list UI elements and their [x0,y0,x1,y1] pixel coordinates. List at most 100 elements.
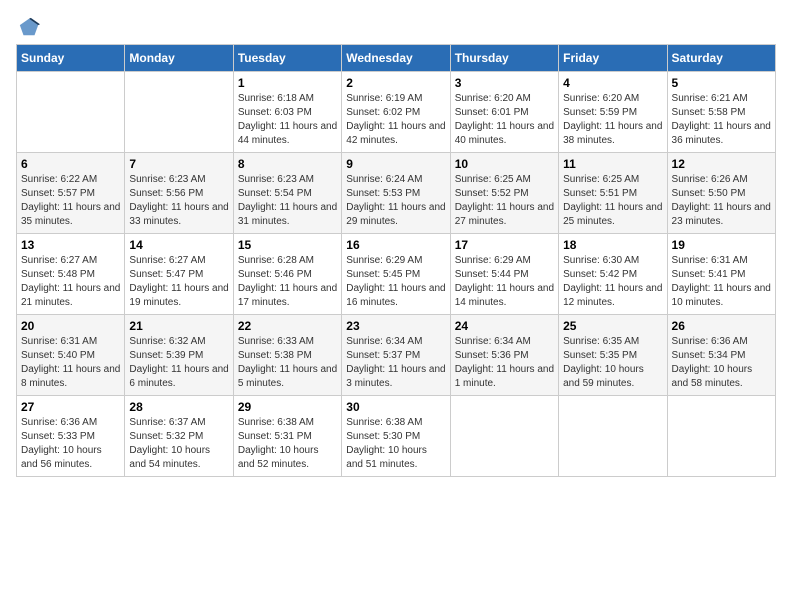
day-number: 27 [21,400,120,414]
calendar-cell: 27 Sunrise: 6:36 AMSunset: 5:33 PMDayligh… [17,396,125,477]
day-number: 16 [346,238,445,252]
day-info: Sunrise: 6:25 AMSunset: 5:51 PMDaylight:… [563,173,662,229]
day-number: 26 [672,319,771,333]
day-info: Sunrise: 6:23 AMSunset: 5:54 PMDaylight:… [238,173,337,229]
day-number: 11 [563,157,662,171]
day-number: 4 [563,76,662,90]
calendar-cell: 30 Sunrise: 6:38 AMSunset: 5:30 PMDayligh… [342,396,450,477]
calendar-cell: 6 Sunrise: 6:22 AMSunset: 5:57 PMDaylight… [17,153,125,234]
day-number: 28 [129,400,228,414]
calendar-week-4: 20Sunrise: 6:31 AMSunset: 5:40 PMDayligh… [17,315,776,396]
day-number: 25 [563,319,662,333]
day-info: Sunrise: 6:34 AMSunset: 5:37 PMDaylight:… [346,335,445,391]
day-info: Sunrise: 6:32 AMSunset: 5:39 PMDaylight:… [129,335,228,391]
day-info: Sunrise: 6:26 AMSunset: 5:50 PMDaylight:… [672,173,771,229]
day-info: Sunrise: 6:29 AMSunset: 5:45 PMDaylight:… [346,254,445,310]
calendar-header-row: SundayMondayTuesdayWednesdayThursdayFrid… [17,45,776,72]
calendar-cell: 20Sunrise: 6:31 AMSunset: 5:40 PMDayligh… [17,315,125,396]
day-number: 19 [672,238,771,252]
logo-icon [18,16,40,38]
day-number: 18 [563,238,662,252]
header [16,16,776,34]
calendar-cell [559,396,667,477]
day-number: 13 [21,238,120,252]
day-number: 2 [346,76,445,90]
day-number: 5 [672,76,771,90]
day-number: 29 [238,400,337,414]
day-info: Sunrise: 6:22 AMSunset: 5:57 PMDaylight:… [21,173,120,229]
day-number: 10 [455,157,554,171]
calendar-cell: 18Sunrise: 6:30 AMSunset: 5:42 PMDayligh… [559,234,667,315]
calendar-cell [667,396,775,477]
day-info: Sunrise: 6:24 AMSunset: 5:53 PMDaylight:… [346,173,445,229]
day-number: 23 [346,319,445,333]
day-number: 6 [21,157,120,171]
day-number: 17 [455,238,554,252]
calendar-week-5: 27 Sunrise: 6:36 AMSunset: 5:33 PMDayligh… [17,396,776,477]
calendar-cell: 19 Sunrise: 6:31 AMSunset: 5:41 PMDayligh… [667,234,775,315]
calendar-cell [17,72,125,153]
calendar-cell: 24Sunrise: 6:34 AMSunset: 5:36 PMDayligh… [450,315,558,396]
day-info: Sunrise: 6:29 AMSunset: 5:44 PMDaylight:… [455,254,554,310]
day-number: 1 [238,76,337,90]
day-info: Sunrise: 6:34 AMSunset: 5:36 PMDaylight:… [455,335,554,391]
calendar-cell: 14 Sunrise: 6:27 AMSunset: 5:47 PMDayligh… [125,234,233,315]
calendar-cell: 1 Sunrise: 6:18 AMSunset: 6:03 PMDaylight… [233,72,341,153]
logo [16,16,40,34]
day-info: Sunrise: 6:18 AMSunset: 6:03 PMDaylight:… [238,92,337,148]
day-number: 9 [346,157,445,171]
calendar-cell: 29Sunrise: 6:38 AMSunset: 5:31 PMDayligh… [233,396,341,477]
day-number: 22 [238,319,337,333]
day-info: Sunrise: 6:35 AMSunset: 5:35 PMDaylight:… [563,335,662,391]
day-info: Sunrise: 6:27 AMSunset: 5:47 PMDaylight:… [129,254,228,310]
day-info: Sunrise: 6:36 AMSunset: 5:33 PMDaylight:… [21,416,120,472]
calendar-cell: 11 Sunrise: 6:25 AMSunset: 5:51 PMDayligh… [559,153,667,234]
day-info: Sunrise: 6:23 AMSunset: 5:56 PMDaylight:… [129,173,228,229]
calendar-cell: 10 Sunrise: 6:25 AMSunset: 5:52 PMDayligh… [450,153,558,234]
day-number: 3 [455,76,554,90]
day-info: Sunrise: 6:21 AMSunset: 5:58 PMDaylight:… [672,92,771,148]
day-number: 12 [672,157,771,171]
weekday-header-wednesday: Wednesday [342,45,450,72]
calendar-cell: 8 Sunrise: 6:23 AMSunset: 5:54 PMDaylight… [233,153,341,234]
calendar-cell: 5 Sunrise: 6:21 AMSunset: 5:58 PMDaylight… [667,72,775,153]
calendar-cell: 4 Sunrise: 6:20 AMSunset: 5:59 PMDaylight… [559,72,667,153]
calendar-cell: 16 Sunrise: 6:29 AMSunset: 5:45 PMDayligh… [342,234,450,315]
calendar-cell: 26Sunrise: 6:36 AMSunset: 5:34 PMDayligh… [667,315,775,396]
calendar-cell: 15Sunrise: 6:28 AMSunset: 5:46 PMDayligh… [233,234,341,315]
calendar-cell: 23 Sunrise: 6:34 AMSunset: 5:37 PMDayligh… [342,315,450,396]
weekday-header-tuesday: Tuesday [233,45,341,72]
calendar-cell: 25 Sunrise: 6:35 AMSunset: 5:35 PMDayligh… [559,315,667,396]
calendar-cell: 7 Sunrise: 6:23 AMSunset: 5:56 PMDaylight… [125,153,233,234]
day-info: Sunrise: 6:27 AMSunset: 5:48 PMDaylight:… [21,254,120,310]
day-number: 14 [129,238,228,252]
day-info: Sunrise: 6:33 AMSunset: 5:38 PMDaylight:… [238,335,337,391]
calendar-cell: 9 Sunrise: 6:24 AMSunset: 5:53 PMDaylight… [342,153,450,234]
calendar-cell: 17 Sunrise: 6:29 AMSunset: 5:44 PMDayligh… [450,234,558,315]
day-number: 7 [129,157,228,171]
day-info: Sunrise: 6:37 AMSunset: 5:32 PMDaylight:… [129,416,228,472]
day-number: 20 [21,319,120,333]
day-info: Sunrise: 6:38 AMSunset: 5:30 PMDaylight:… [346,416,445,472]
day-info: Sunrise: 6:20 AMSunset: 6:01 PMDaylight:… [455,92,554,148]
calendar-cell: 13 Sunrise: 6:27 AMSunset: 5:48 PMDayligh… [17,234,125,315]
day-info: Sunrise: 6:20 AMSunset: 5:59 PMDaylight:… [563,92,662,148]
calendar-week-3: 13 Sunrise: 6:27 AMSunset: 5:48 PMDayligh… [17,234,776,315]
weekday-header-monday: Monday [125,45,233,72]
day-number: 8 [238,157,337,171]
calendar-cell: 28 Sunrise: 6:37 AMSunset: 5:32 PMDayligh… [125,396,233,477]
calendar-cell [450,396,558,477]
day-info: Sunrise: 6:25 AMSunset: 5:52 PMDaylight:… [455,173,554,229]
calendar-cell [125,72,233,153]
day-info: Sunrise: 6:19 AMSunset: 6:02 PMDaylight:… [346,92,445,148]
calendar-cell: 12 Sunrise: 6:26 AMSunset: 5:50 PMDayligh… [667,153,775,234]
weekday-header-friday: Friday [559,45,667,72]
day-info: Sunrise: 6:31 AMSunset: 5:41 PMDaylight:… [672,254,771,310]
calendar-week-1: 1 Sunrise: 6:18 AMSunset: 6:03 PMDaylight… [17,72,776,153]
day-number: 30 [346,400,445,414]
weekday-header-saturday: Saturday [667,45,775,72]
day-number: 15 [238,238,337,252]
calendar-cell: 3 Sunrise: 6:20 AMSunset: 6:01 PMDaylight… [450,72,558,153]
calendar-week-2: 6 Sunrise: 6:22 AMSunset: 5:57 PMDaylight… [17,153,776,234]
weekday-header-thursday: Thursday [450,45,558,72]
